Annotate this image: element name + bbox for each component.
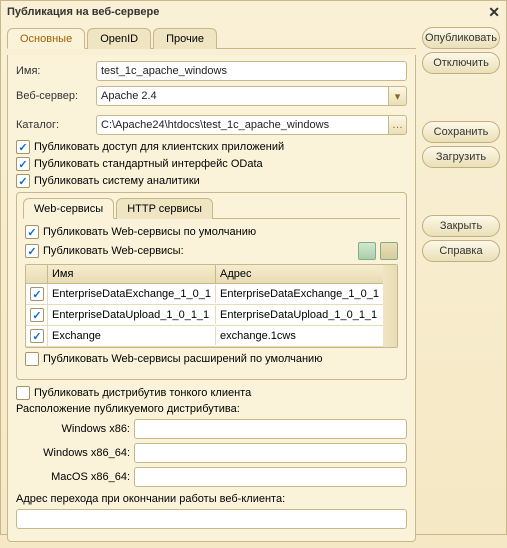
server-label: Веб-сервер: <box>16 90 92 102</box>
window-title: Публикация на веб-сервере <box>7 6 159 18</box>
services-panel: Web-сервисы HTTP сервисы Публиковать Web… <box>16 192 407 380</box>
row-checkbox[interactable] <box>30 308 44 322</box>
row-checkbox[interactable] <box>30 329 44 343</box>
checkbox-odata[interactable] <box>16 157 30 171</box>
name-input[interactable] <box>96 61 407 81</box>
scrollbar[interactable] <box>383 265 397 347</box>
checkbox-ws-default[interactable] <box>25 225 39 239</box>
load-button[interactable]: Загрузить <box>422 146 500 168</box>
checkbox-client-apps-label: Публиковать доступ для клиентских прилож… <box>34 141 284 153</box>
cell-name: EnterpriseDataExchange_1_0_1 <box>48 285 216 303</box>
cell-addr: EnterpriseDataUpload_1_0_1_1 <box>216 306 383 324</box>
checkbox-ws-ext[interactable] <box>25 352 39 366</box>
checkbox-ws-publish-label: Публиковать Web-сервисы: <box>43 245 184 257</box>
disconnect-button[interactable]: Отключить <box>422 52 500 74</box>
cell-name: Exchange <box>48 327 216 345</box>
cell-name: EnterpriseDataUpload_1_0_1_1 <box>48 306 216 324</box>
col-addr[interactable]: Адрес <box>216 265 383 283</box>
checkbox-ws-default-label: Публиковать Web-сервисы по умолчанию <box>43 226 256 238</box>
tab-other[interactable]: Прочие <box>153 28 217 49</box>
save-button[interactable]: Сохранить <box>422 121 500 143</box>
main-tabs: Основные OpenID Прочие <box>7 27 416 49</box>
deselect-all-icon[interactable] <box>380 242 398 260</box>
dialog-window: Публикация на веб-сервере ✕ Основные Ope… <box>0 0 507 535</box>
row-checkbox[interactable] <box>30 287 44 301</box>
redirect-label: Адрес перехода при окончании работы веб-… <box>16 493 407 505</box>
dist-location-label: Расположение публикуемого дистрибутива: <box>16 403 407 415</box>
checkbox-ws-ext-label: Публиковать Web-сервисы расширений по ум… <box>43 353 322 365</box>
winx86-label: Windows x86: <box>16 423 130 435</box>
help-button[interactable]: Справка <box>422 240 500 262</box>
tab-openid[interactable]: OpenID <box>87 28 151 49</box>
checkbox-ws-publish[interactable] <box>25 244 39 258</box>
cell-addr: EnterpriseDataExchange_1_0_1 <box>216 285 383 303</box>
cell-addr: exchange.1cws <box>216 327 383 345</box>
winx8664-input[interactable] <box>134 443 407 463</box>
checkbox-odata-label: Публиковать стандартный интерфейс OData <box>34 158 263 170</box>
checkbox-thin-client-label: Публиковать дистрибутив тонкого клиента <box>34 387 251 399</box>
close-button[interactable]: Закрыть <box>422 215 500 237</box>
main-panel: Имя: Веб-сервер: ▾ Каталог: … <box>7 55 416 542</box>
table-row[interactable]: Exchange exchange.1cws <box>26 326 383 347</box>
server-select[interactable] <box>96 86 389 106</box>
mac-input[interactable] <box>134 467 407 487</box>
name-label: Имя: <box>16 65 92 77</box>
checkbox-thin-client[interactable] <box>16 386 30 400</box>
col-name[interactable]: Имя <box>48 265 216 283</box>
redirect-input[interactable] <box>16 509 407 529</box>
mac-label: MacOS x86_64: <box>16 471 130 483</box>
tab-http-services[interactable]: HTTP сервисы <box>116 198 213 219</box>
titlebar: Публикация на веб-сервере ✕ <box>1 1 506 23</box>
browse-button[interactable]: … <box>389 115 407 135</box>
checkbox-client-apps[interactable] <box>16 140 30 154</box>
ws-table: Имя Адрес EnterpriseDataExchange_1_0_1 E… <box>25 264 398 348</box>
select-all-icon[interactable] <box>358 242 376 260</box>
catalog-input[interactable] <box>96 115 389 135</box>
close-icon[interactable]: ✕ <box>488 4 500 21</box>
col-check[interactable] <box>26 265 48 283</box>
winx86-input[interactable] <box>134 419 407 439</box>
catalog-label: Каталог: <box>16 119 92 131</box>
table-row[interactable]: EnterpriseDataUpload_1_0_1_1 EnterpriseD… <box>26 305 383 326</box>
chevron-down-icon[interactable]: ▾ <box>389 86 407 106</box>
publish-button[interactable]: Опубликовать <box>422 27 500 49</box>
checkbox-analytics-label: Публиковать систему аналитики <box>34 175 200 187</box>
winx8664-label: Windows x86_64: <box>16 447 130 459</box>
tab-web-services[interactable]: Web-сервисы <box>23 198 114 219</box>
button-column: Опубликовать Отключить Сохранить Загрузи… <box>422 27 500 542</box>
tab-main[interactable]: Основные <box>7 28 85 49</box>
table-row[interactable]: EnterpriseDataExchange_1_0_1 EnterpriseD… <box>26 284 383 305</box>
checkbox-analytics[interactable] <box>16 174 30 188</box>
